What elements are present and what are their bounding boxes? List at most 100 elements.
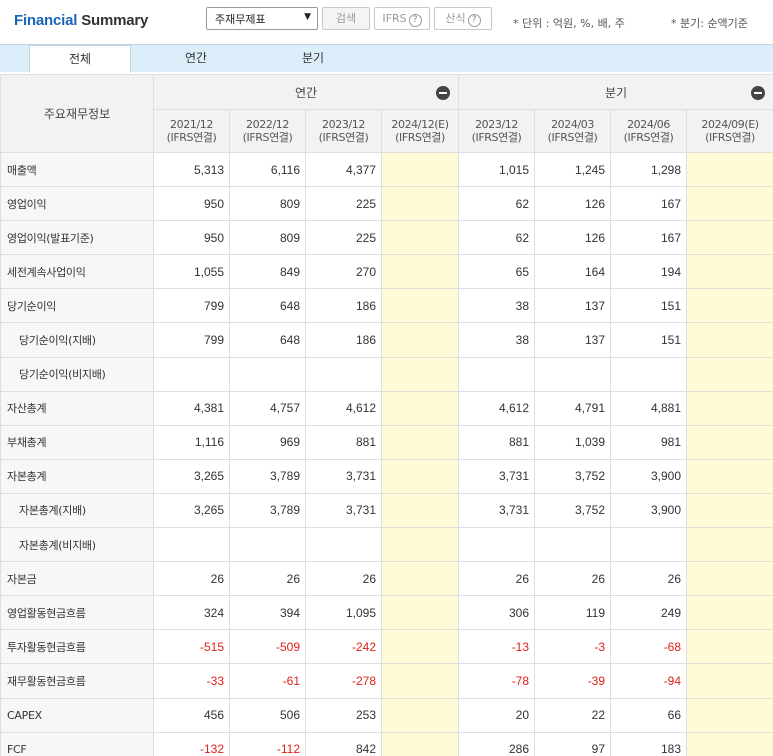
tab-all[interactable]: 전체 <box>29 45 131 73</box>
table-cell: 4,377 <box>305 151 382 188</box>
row-label[interactable]: 자본총계 <box>0 458 154 494</box>
tab-quarterly[interactable]: 분기 <box>262 45 364 72</box>
row-label[interactable]: 매출액 <box>0 151 154 188</box>
table-cell: 950 <box>153 220 230 256</box>
row-label[interactable]: 세전계속사업이익 <box>0 254 154 290</box>
ifrs-help-button[interactable]: IFRS? <box>374 7 430 30</box>
table-cell: 809 <box>229 186 306 222</box>
row-label[interactable]: CAPEX <box>0 697 154 733</box>
table-cell: -509 <box>229 629 306 665</box>
table-cell <box>153 527 230 563</box>
collapse-quarter-icon[interactable] <box>751 86 766 100</box>
table-cell <box>380 561 460 597</box>
question-icon: ? <box>408 14 422 27</box>
table-cell: 4,757 <box>229 390 306 426</box>
unit-note: * 단위 : 억원, %, 배, 주 <box>513 17 625 30</box>
table-cell: 183 <box>610 731 688 756</box>
table-cell: 119 <box>534 595 612 631</box>
row-label[interactable]: 자본총계(비지배) <box>0 527 154 563</box>
table-row: 당기순이익(비지배) <box>0 356 773 392</box>
table-cell <box>380 424 460 460</box>
table-row: 부채총계 1,116 969 881 881 1,039 981 <box>0 424 773 460</box>
table-cell: 62 <box>458 220 536 256</box>
table-cell <box>686 629 773 665</box>
column-basis: (IFRS연결) <box>166 131 217 144</box>
table-cell: 881 <box>458 424 536 460</box>
table-row: 자본총계(지배) 3,265 3,789 3,731 3,731 3,752 3,900 <box>0 492 773 529</box>
table-cell: 4,381 <box>153 390 230 426</box>
row-label[interactable]: 투자활동현금흐름 <box>0 629 154 665</box>
table-cell <box>686 254 773 290</box>
row-label[interactable]: 영업활동현금흐름 <box>0 595 154 631</box>
table-cell: 20 <box>458 697 536 733</box>
table-cell <box>305 527 382 563</box>
table-row: CAPEX 456 506 253 20 22 66 <box>0 697 773 733</box>
row-label[interactable]: 자산총계 <box>0 390 154 426</box>
row-label[interactable]: 영업이익 <box>0 186 154 222</box>
row-label[interactable]: 자본금 <box>0 561 154 597</box>
table-cell <box>380 595 460 631</box>
table-cell <box>686 561 773 597</box>
row-label[interactable]: 당기순이익(지배) <box>0 322 154 358</box>
table-cell: -94 <box>610 663 688 699</box>
column-date: 2024/09(E) <box>701 118 759 131</box>
table-cell: 22 <box>534 697 612 733</box>
row-label[interactable]: 재무활동현금흐름 <box>0 663 154 699</box>
table-cell: 137 <box>534 322 612 358</box>
table-cell: 3,752 <box>534 492 612 529</box>
table-cell <box>380 186 460 222</box>
table-cell: 126 <box>534 220 612 256</box>
column-basis: (IFRS연결) <box>705 131 755 144</box>
column-header: 2024/09(E) (IFRS연결) <box>686 109 773 153</box>
table-row: 매출액 5,313 6,116 4,377 1,015 1,245 1,298 <box>0 151 773 188</box>
row-label[interactable]: 당기순이익(비지배) <box>0 356 154 392</box>
quarter-group-label: 분기 <box>605 85 628 100</box>
column-header: 2021/12 (IFRS연결) <box>153 109 230 153</box>
table-cell: 1,039 <box>534 424 612 460</box>
tab-annual[interactable]: 연간 <box>145 45 247 72</box>
title-accent: Financial <box>14 12 78 29</box>
table-row: 영업이익 950 809 225 62 126 167 <box>0 186 773 222</box>
row-label[interactable]: 당기순이익 <box>0 288 154 324</box>
formula-help-button[interactable]: 산식? <box>434 7 492 30</box>
table-cell: 167 <box>610 220 688 256</box>
table-cell: 648 <box>229 322 306 358</box>
search-button[interactable]: 검색 <box>322 7 370 30</box>
table-cell: 950 <box>153 186 230 222</box>
table-cell: 62 <box>458 186 536 222</box>
table-cell: 137 <box>534 288 612 324</box>
table-cell: 849 <box>229 254 306 290</box>
table-cell <box>380 663 460 699</box>
table-cell: 1,116 <box>153 424 230 460</box>
row-label[interactable]: FCF <box>0 731 154 756</box>
table-cell: 881 <box>305 424 382 460</box>
table-cell: 3,900 <box>610 492 688 529</box>
statement-type-select[interactable]: 주재무제표 ▼ <box>206 7 318 30</box>
table-cell: 1,015 <box>458 151 536 188</box>
table-cell <box>380 356 460 392</box>
row-label[interactable]: 영업이익(발표기준) <box>0 220 154 256</box>
collapse-annual-icon[interactable] <box>436 86 451 100</box>
row-label[interactable]: 자본총계(지배) <box>0 492 154 529</box>
column-header: 2023/12 (IFRS연결) <box>305 109 382 153</box>
table-cell: -112 <box>229 731 306 756</box>
table-cell <box>610 356 688 392</box>
column-date: 2021/12 <box>170 118 213 131</box>
table-cell: 4,612 <box>458 390 536 426</box>
table-cell <box>686 151 773 188</box>
table-cell: -33 <box>153 663 230 699</box>
table-cell: 5,313 <box>153 151 230 188</box>
table-cell: 306 <box>458 595 536 631</box>
table-cell <box>686 731 773 756</box>
table-cell: 97 <box>534 731 612 756</box>
table-cell: 981 <box>610 424 688 460</box>
row-label[interactable]: 부채총계 <box>0 424 154 460</box>
column-date: 2024/12(E) <box>391 118 449 131</box>
table-cell: 151 <box>610 322 688 358</box>
table-row: 자본총계(비지배) <box>0 527 773 563</box>
table-cell: 3,265 <box>153 458 230 494</box>
table-cell: 26 <box>534 561 612 597</box>
table-cell <box>686 697 773 733</box>
table-cell: 799 <box>153 322 230 358</box>
table-cell: -3 <box>534 629 612 665</box>
